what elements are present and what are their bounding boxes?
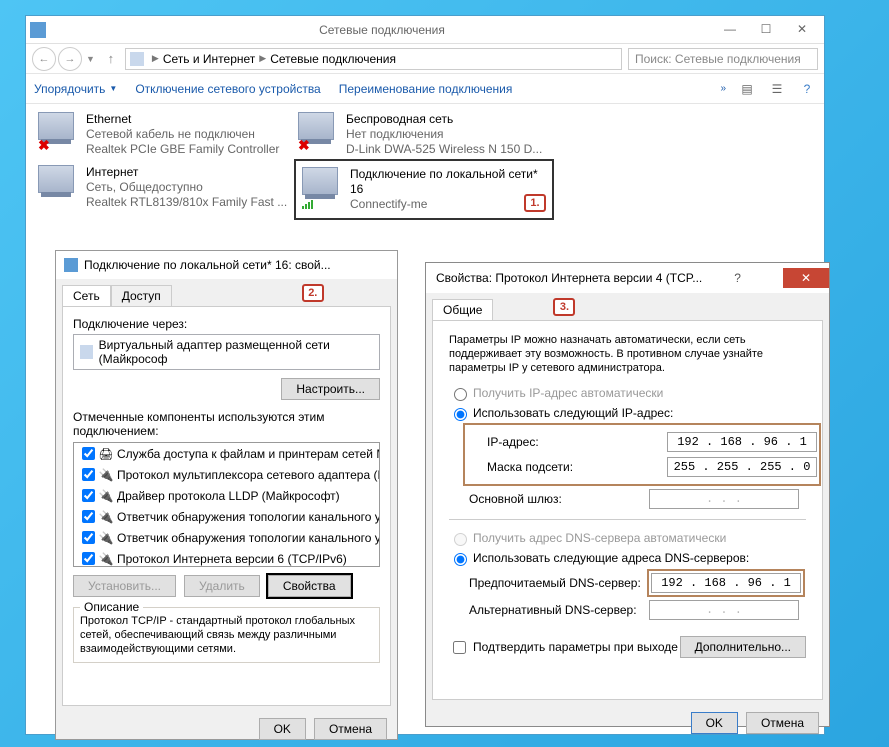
breadcrumb-part[interactable]: Сетевые подключения	[270, 52, 396, 66]
cancel-button[interactable]: Отмена	[314, 718, 387, 740]
disable-device-button[interactable]: Отключение сетевого устройства	[135, 82, 320, 96]
connection-local-16[interactable]: Подключение по локальной сети* 16 Connec…	[296, 161, 552, 218]
subnet-mask-input[interactable]: 255 . 255 . 255 . 0	[667, 457, 817, 477]
install-button[interactable]: Установить...	[73, 575, 176, 597]
via-label: Подключение через:	[73, 317, 380, 331]
window-icon	[30, 22, 46, 38]
dialog-titlebar: Подключение по локальной сети* 16: свой.…	[56, 251, 397, 279]
tab-body: Подключение через: Виртуальный адаптер р…	[62, 306, 391, 706]
component-item[interactable]: 🔌Драйвер протокола LLDP (Майкрософт)	[74, 485, 379, 506]
connections-content: ✖ Ethernet Сетевой кабель не подключен R…	[26, 104, 824, 222]
organize-menu[interactable]: Упорядочить▼	[34, 82, 117, 96]
connection-ethernet[interactable]: ✖ Ethernet Сетевой кабель не подключен R…	[36, 108, 296, 161]
ok-button[interactable]: OK	[259, 718, 306, 740]
description-text: Протокол TCP/IP - стандартный протокол г…	[80, 614, 373, 656]
breadcrumb-part[interactable]: Сеть и Интернет	[163, 52, 255, 66]
adapter-icon	[38, 112, 74, 140]
titlebar: Сетевые подключения — ☐ ✕	[26, 16, 824, 44]
cancel-button[interactable]: Отмена	[746, 712, 819, 734]
component-item[interactable]: 🔌Ответчик обнаружения топологии канально…	[74, 506, 379, 527]
annotation-marker-1: 1.	[524, 194, 546, 212]
annotation-marker-3: 3.	[553, 298, 575, 316]
tab-general[interactable]: Общие	[432, 299, 493, 320]
component-item[interactable]: 🔌Протокол Интернета версии 6 (TCP/IPv6)	[74, 548, 379, 567]
preferred-dns-input[interactable]: 192 . 168 . 96 . 1	[651, 573, 801, 593]
connection-internet[interactable]: Интернет Сеть, Общедоступно Realtek RTL8…	[36, 161, 296, 218]
view-list-icon[interactable]: ☰	[768, 80, 786, 98]
use-ip-radio[interactable]: Использовать следующий IP-адрес:	[449, 405, 806, 421]
search-input[interactable]: Поиск: Сетевые подключения	[628, 48, 818, 70]
history-dropdown[interactable]: ▼	[86, 54, 95, 64]
chevron-right-icon: ▶	[259, 53, 266, 64]
adapter-field: Виртуальный адаптер размещенной сети (Ма…	[73, 334, 380, 370]
back-button[interactable]: ←	[32, 47, 56, 71]
alternate-dns-input[interactable]: . . .	[649, 600, 799, 620]
properties-button[interactable]: Свойства	[268, 575, 351, 597]
error-x-icon: ✖	[298, 137, 310, 154]
help-icon[interactable]: ?	[734, 271, 741, 285]
close-button[interactable]: ✕	[783, 268, 829, 288]
tab-network[interactable]: Сеть	[62, 285, 111, 306]
dialog-icon	[64, 258, 78, 272]
adapter-icon	[80, 345, 93, 359]
address-bar[interactable]: ▶ Сеть и Интернет ▶ Сетевые подключения	[125, 48, 622, 70]
configure-button[interactable]: Настроить...	[281, 378, 380, 400]
adapter-icon	[38, 165, 74, 193]
error-x-icon: ✖	[38, 137, 50, 154]
adapter-icon	[302, 167, 338, 195]
component-item[interactable]: 🖨Служба доступа к файлам и принтерам сет…	[74, 443, 379, 464]
auto-ip-radio[interactable]: Получить IP-адрес автоматически	[449, 385, 806, 401]
mask-label: Маска подсети:	[487, 460, 667, 474]
forward-button[interactable]: →	[58, 47, 82, 71]
nav-toolbar: ← → ▼ ↑ ▶ Сеть и Интернет ▶ Сетевые подк…	[26, 44, 824, 74]
auto-dns-radio[interactable]: Получить адрес DNS-сервера автоматически	[449, 530, 806, 546]
more-chevron-icon[interactable]: »	[720, 83, 726, 94]
ip-address-input[interactable]: 192 . 168 . 96 . 1	[667, 432, 817, 452]
ipv4-properties-dialog: Свойства: Протокол Интернета версии 4 (T…	[425, 262, 830, 727]
tabs: Сеть Доступ 2.	[62, 285, 391, 306]
advanced-button[interactable]: Дополнительно...	[680, 636, 806, 658]
maximize-button[interactable]: ☐	[748, 20, 784, 40]
up-button[interactable]: ↑	[101, 49, 121, 69]
location-icon	[130, 52, 144, 66]
connection-properties-dialog: Подключение по локальной сети* 16: свой.…	[55, 250, 398, 740]
view-small-icon[interactable]: ▤	[738, 80, 756, 98]
gateway-label: Основной шлюз:	[469, 492, 649, 506]
components-list[interactable]: 🖨Служба доступа к файлам и принтерам сет…	[73, 442, 380, 567]
close-button[interactable]: ✕	[784, 20, 820, 40]
minimize-button[interactable]: —	[712, 20, 748, 40]
component-item[interactable]: 🔌Протокол мультиплексора сетевого адапте…	[74, 464, 379, 485]
adapter-icon	[298, 112, 334, 140]
tab-access[interactable]: Доступ	[111, 285, 172, 306]
connection-wireless[interactable]: ✖ Беспроводная сеть Нет подключения D-Li…	[296, 108, 556, 161]
components-label: Отмеченные компоненты используются этим …	[73, 410, 380, 438]
ok-button[interactable]: OK	[691, 712, 738, 734]
tab-body: Параметры IP можно назначать автоматичес…	[432, 320, 823, 700]
description-group: Описание Протокол TCP/IP - стандартный п…	[73, 607, 380, 663]
use-dns-radio[interactable]: Использовать следующие адреса DNS-сервер…	[449, 550, 806, 566]
info-text: Параметры IP можно назначать автоматичес…	[449, 333, 806, 375]
rename-connection-button[interactable]: Переименование подключения	[339, 82, 513, 96]
annotation-marker-2: 2.	[302, 284, 324, 302]
ip-label: IP-адрес:	[487, 435, 667, 449]
chevron-right-icon: ▶	[152, 53, 159, 64]
signal-bars-icon	[302, 199, 316, 209]
gateway-input[interactable]: . . .	[649, 489, 799, 509]
confirm-on-exit-checkbox[interactable]	[453, 641, 466, 654]
component-item[interactable]: 🔌Ответчик обнаружения топологии канально…	[74, 527, 379, 548]
help-icon[interactable]: ?	[798, 80, 816, 98]
window-title: Сетевые подключения	[52, 23, 712, 37]
command-bar: Упорядочить▼ Отключение сетевого устройс…	[26, 74, 824, 104]
dialog-titlebar: Свойства: Протокол Интернета версии 4 (T…	[426, 263, 829, 293]
remove-button[interactable]: Удалить	[184, 575, 260, 597]
dns1-label: Предпочитаемый DNS-сервер:	[469, 576, 649, 590]
dns2-label: Альтернативный DNS-сервер:	[469, 603, 649, 617]
